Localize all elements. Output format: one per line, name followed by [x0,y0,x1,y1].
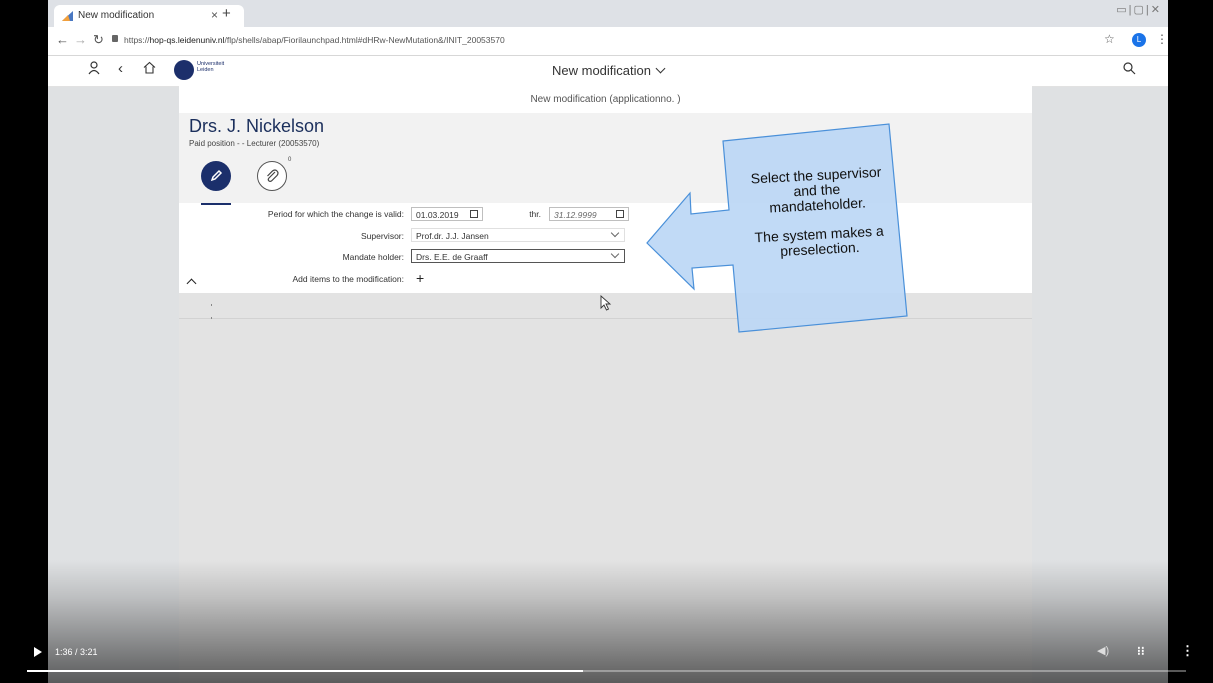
employee-name: Drs. J. Nickelson [189,116,325,136]
search-icon[interactable] [1123,62,1136,78]
favicon-icon [62,11,73,21]
window-controls[interactable]: ▭|▢|✕ [1116,3,1162,16]
video-progress-fill [27,670,584,672]
calendar-icon[interactable] [616,210,624,218]
mandate-holder-select[interactable]: Drs. E.E. de Graaff [411,249,625,263]
shell-title[interactable]: New modification [48,63,1168,78]
employee-position: Paid position - - Lecturer (20053570) [189,139,320,148]
period-label: Period for which the change is valid: [267,209,404,219]
paperclip-icon [267,169,279,182]
profile-avatar[interactable]: L [1132,33,1146,47]
period-from-input[interactable]: 01.03.2019 [411,207,483,221]
new-tab-button[interactable]: + [222,5,231,22]
browser-menu-icon[interactable]: ⋮ [1156,32,1168,46]
tab-title: New modification [78,10,155,21]
separator-dot [211,317,212,319]
tab-close-icon[interactable]: × [211,8,218,22]
callout-text: Select the supervisor and the mandatehol… [750,163,885,260]
mandate-holder-label: Mandate holder: [342,252,404,262]
add-item-button[interactable]: + [416,270,424,286]
forward-arrow-icon[interactable]: → [74,32,87,47]
reload-icon[interactable]: ↻ [93,32,104,48]
thr-label: thr. [529,209,541,219]
add-items-label: Add items to the modification: [292,274,404,284]
supervisor-label: Supervisor: [361,231,404,241]
address-input[interactable]: https://hop-qs.leidenuniv.nl/flp/shells/… [124,35,505,45]
separator-dot [211,304,212,306]
chevron-down-icon [655,63,666,74]
video-time: 1:36 / 3:21 [55,647,98,657]
active-tab-indicator [201,203,231,205]
more-options-icon[interactable]: ⋮ [1181,643,1194,659]
collapse-icon[interactable] [186,278,197,289]
back-arrow-icon[interactable]: ← [56,32,69,47]
chevron-down-icon [610,228,620,238]
bookmark-star-icon[interactable]: ☆ [1104,32,1115,46]
video-controls-gradient [0,560,1213,683]
page-subtitle: New modification (applicationno. ) [530,94,681,105]
edit-tab-button[interactable] [201,161,231,191]
chevron-down-icon [610,249,620,259]
exit-fullscreen-icon[interactable]: ⁝⁝ [1137,644,1145,658]
mouse-cursor-icon [600,295,612,311]
object-header: Drs. J. Nickelson Paid position - - Lect… [179,113,1032,203]
video-progress-bar[interactable] [27,670,1186,672]
shell-bar: ‹ Universiteit Leiden New modification [48,56,1168,87]
browser-tab-bar: New modification × + ▭|▢|✕ [48,0,1168,27]
attachment-count: 0 [288,157,292,163]
volume-icon[interactable]: ◀) [1097,644,1109,657]
pencil-icon [210,169,223,182]
period-to-input[interactable]: 31.12.9999 [549,207,629,221]
lock-icon [112,35,118,42]
address-bar-row: ← → ↻ https://hop-qs.leidenuniv.nl/flp/s… [48,27,1168,56]
supervisor-select[interactable]: Prof.dr. J.J. Jansen [411,228,625,242]
attachments-tab-button[interactable] [257,161,287,191]
browser-tab[interactable]: New modification × [54,5,244,27]
play-icon[interactable] [34,647,42,657]
calendar-icon[interactable] [470,210,478,218]
